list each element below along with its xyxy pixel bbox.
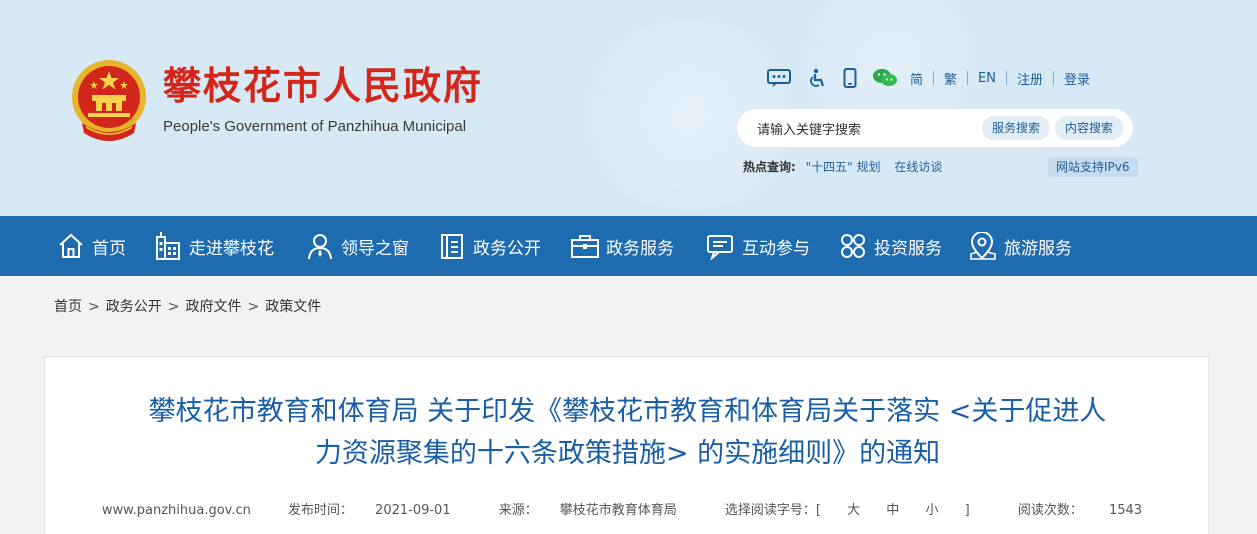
- article-title: 攀枝花市教育和体育局 关于印发《攀枝花市教育和体育局关于落实 <关于促进人 力资…: [85, 391, 1170, 475]
- breadcrumb-link[interactable]: 政策文件: [265, 299, 321, 315]
- content-search-button[interactable]: 内容搜索: [1055, 116, 1124, 140]
- top-toolbar: 简 繁 EN 注册 登录: [764, 66, 1090, 90]
- nav-item-label: 投资服务: [874, 238, 942, 259]
- search-box[interactable]: 请输入关键字搜索 服务搜索 内容搜索: [737, 109, 1133, 147]
- traditional-chinese-link[interactable]: 繁: [944, 69, 957, 88]
- font-size-label: 选择阅读字号：[: [724, 503, 821, 518]
- hot-topic-link[interactable]: "十四五" 规划: [806, 160, 881, 174]
- breadcrumb-separator: >: [247, 299, 260, 315]
- nav-item-label: 旅游服务: [1004, 238, 1072, 259]
- register-link[interactable]: 注册: [1017, 69, 1043, 88]
- nav-item-interaction[interactable]: 互动参与: [706, 216, 810, 276]
- publish-time-label: 发布时间：: [288, 503, 354, 518]
- source-site: www.panzhihua.gov.cn: [101, 503, 251, 518]
- grid-icon: [838, 231, 868, 261]
- article-panel: 攀枝花市教育和体育局 关于印发《攀枝花市教育和体育局关于落实 <关于促进人 力资…: [44, 356, 1209, 534]
- nav-item-label: 政务服务: [606, 238, 674, 259]
- site-subtitle: People's Government of Panzhihua Municip…: [163, 118, 467, 135]
- nav-item-tourism[interactable]: 旅游服务: [968, 216, 1072, 276]
- divider: [933, 71, 935, 85]
- article-source: 来源： 攀枝花市教育体育局: [488, 503, 688, 518]
- wechat-icon[interactable]: [870, 67, 900, 89]
- breadcrumb: 首页 > 政务公开 > 政府文件 > 政策文件: [54, 296, 321, 316]
- font-size-selector: 选择阅读字号：[ 大 中 小 ]: [714, 503, 981, 518]
- nav-item-about-panzhihua[interactable]: 走进攀枝花: [153, 216, 274, 276]
- mobile-icon[interactable]: [838, 67, 862, 89]
- publish-date: 2021-09-01: [375, 503, 451, 518]
- login-link[interactable]: 登录: [1064, 69, 1090, 88]
- article-title-line: 攀枝花市教育和体育局 关于印发《攀枝花市教育和体育局关于落实 <关于促进人: [148, 396, 1107, 427]
- nav-item-label: 首页: [92, 238, 126, 259]
- message-icon[interactable]: [764, 67, 794, 89]
- nav-item-investment[interactable]: 投资服务: [838, 216, 942, 276]
- simplified-chinese-link[interactable]: 简: [910, 69, 923, 88]
- view-count-label: 阅读次数：: [1017, 503, 1083, 518]
- publish-time: 发布时间： 2021-09-01: [277, 503, 462, 518]
- font-size-medium-button[interactable]: 中: [886, 503, 899, 518]
- site-title[interactable]: 攀枝花市人民政府: [163, 67, 483, 105]
- nav-item-government-services[interactable]: 政务服务: [570, 216, 674, 276]
- ipv6-badge: 网站支持IPv6: [1048, 157, 1138, 177]
- divider: [967, 71, 969, 85]
- person-icon: [305, 231, 335, 261]
- source-label: 来源：: [498, 503, 538, 518]
- chat-icon: [706, 231, 736, 261]
- site-header: 攀枝花市人民政府 People's Government of Panzhihu…: [0, 0, 1257, 216]
- accessibility-icon[interactable]: [802, 67, 832, 89]
- article-meta: www.panzhihua.gov.cn 发布时间： 2021-09-01 来源：…: [45, 499, 1210, 518]
- source-value: 攀枝花市教育体育局: [559, 503, 677, 518]
- main-nav: 首页 走进攀枝花 领导之窗 政务公开 政务服务 互动参与 投资服务 旅游服务: [0, 216, 1257, 276]
- view-count-value: 1543: [1108, 503, 1143, 518]
- nav-item-label: 政务公开: [473, 238, 541, 259]
- breadcrumb-link[interactable]: 政府文件: [185, 299, 241, 315]
- map-pin-icon: [968, 231, 998, 261]
- nav-item-label: 走进攀枝花: [189, 238, 274, 259]
- breadcrumb-separator: >: [88, 299, 100, 315]
- english-link[interactable]: EN: [978, 71, 996, 86]
- article-title-line: 力资源聚集的十六条政策措施> 的实施细则》的通知: [314, 438, 941, 469]
- nav-item-home[interactable]: 首页: [56, 216, 126, 276]
- nav-item-government-affairs[interactable]: 政务公开: [437, 216, 541, 276]
- document-icon: [437, 231, 467, 261]
- service-search-button[interactable]: 服务搜索: [982, 116, 1051, 140]
- font-size-large-button[interactable]: 大: [847, 503, 860, 518]
- nav-item-label: 互动参与: [742, 238, 810, 259]
- hot-topics: 热点查询: "十四五" 规划 在线访谈: [743, 158, 942, 175]
- national-emblem-icon[interactable]: [68, 57, 150, 147]
- hot-topic-link[interactable]: 在线访谈: [894, 160, 942, 174]
- nav-item-leaders[interactable]: 领导之窗: [305, 216, 409, 276]
- view-count: 阅读次数： 1543: [1007, 503, 1153, 518]
- font-size-bracket: ]: [964, 503, 970, 518]
- building-icon: [153, 231, 183, 261]
- divider: [1005, 71, 1007, 85]
- breadcrumb-link[interactable]: 首页: [54, 299, 82, 315]
- breadcrumb-link[interactable]: 政务公开: [106, 299, 162, 315]
- nav-item-label: 领导之窗: [341, 238, 409, 259]
- font-size-small-button[interactable]: 小: [925, 503, 938, 518]
- hot-topics-label: 热点查询:: [743, 160, 796, 174]
- home-icon: [56, 231, 86, 261]
- briefcase-icon: [570, 231, 600, 261]
- divider: [1053, 71, 1054, 85]
- breadcrumb-separator: >: [167, 299, 180, 315]
- search-input[interactable]: 请输入关键字搜索: [757, 119, 861, 138]
